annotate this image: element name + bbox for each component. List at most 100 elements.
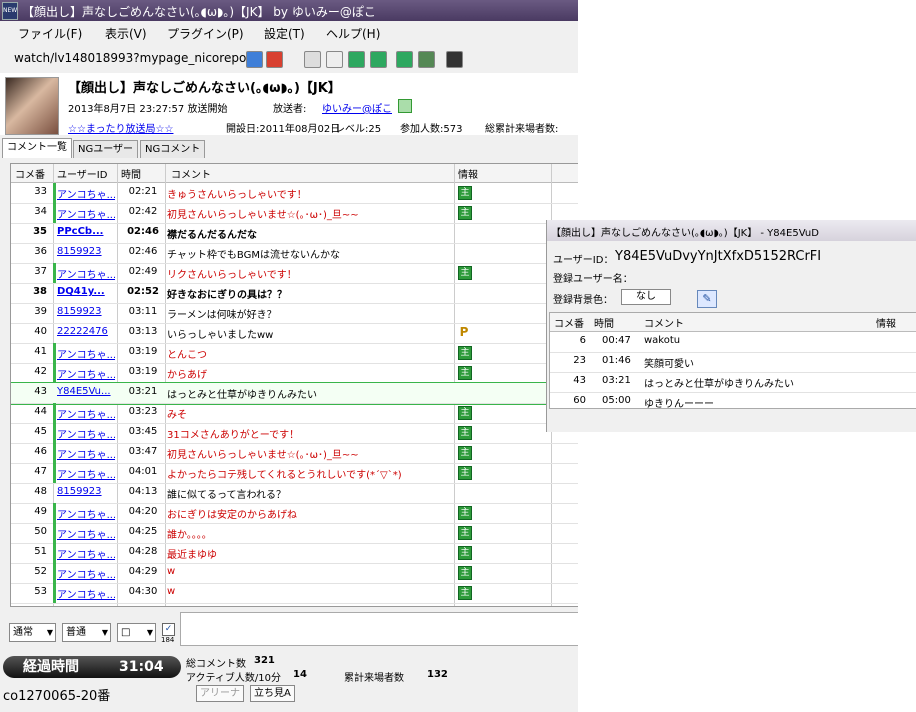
- owner-icon: 主: [458, 186, 472, 200]
- user-id-link[interactable]: 22222476: [57, 326, 115, 337]
- header-no[interactable]: コメ番: [15, 166, 45, 181]
- document-icon[interactable]: [326, 51, 343, 68]
- owner-marker: [53, 403, 56, 423]
- mode-select[interactable]: 通常 ▼: [9, 623, 56, 642]
- table-row[interactable]: 37 アンコちゃ... 02:49 リクさんいらっしゃいです！ 主: [11, 263, 578, 284]
- user-id-link[interactable]: アンコちゃ...: [57, 586, 115, 601]
- standing-button[interactable]: 立ち見A: [250, 685, 295, 702]
- user-id-link[interactable]: PPcCb...: [57, 226, 115, 237]
- broadcaster-label: 放送者:: [273, 104, 307, 115]
- user-id-link[interactable]: DQ41y...: [57, 286, 115, 297]
- user-id-link[interactable]: アンコちゃ...: [57, 466, 115, 481]
- user-id-link[interactable]: アンコちゃ...: [57, 206, 115, 221]
- user-id-link[interactable]: アンコちゃ...: [57, 446, 115, 461]
- table-row[interactable]: 49 アンコちゃ... 04:20 おにぎりは安定のからあげね 主: [11, 503, 578, 524]
- comment-time: 02:49: [128, 266, 158, 277]
- comment-time: 02:42: [128, 206, 158, 217]
- menu-file[interactable]: ファイル(F): [18, 25, 82, 42]
- size-select[interactable]: 普通 ▼: [62, 623, 111, 642]
- user-header-time[interactable]: 時間: [594, 315, 614, 330]
- menu-plugin[interactable]: プラグイン(P): [167, 25, 244, 42]
- user-id-link[interactable]: アンコちゃ...: [57, 406, 115, 421]
- user-id-link[interactable]: アンコちゃ...: [57, 346, 115, 361]
- user-id-link[interactable]: アンコちゃ...: [57, 526, 115, 541]
- exit-icon[interactable]: [446, 51, 463, 68]
- table-row[interactable]: 50 アンコちゃ... 04:25 誰か。。。。 主: [11, 523, 578, 544]
- table-row[interactable]: 52 アンコちゃ... 04:29 w 主: [11, 563, 578, 584]
- user-id-link[interactable]: 8159923: [57, 486, 115, 497]
- status-area: 経過時間 31:04 総コメント数 321 アクティブ人数/10分 14 累計来…: [0, 652, 578, 712]
- tab-ng-users[interactable]: NGユーザー: [73, 140, 139, 158]
- table-row[interactable]: 36 8159923 02:46 チャット枠でもBGMは流せないんかな: [11, 243, 578, 264]
- broadcaster-thumbnail: [5, 77, 59, 135]
- user-comment-row[interactable]: 60 05:00 ゆきりんーーー: [550, 392, 916, 408]
- community-link[interactable]: ☆☆まったり放送局☆☆: [68, 120, 173, 135]
- user-comment-row[interactable]: 43 03:21 はっとみと仕草がゆきりんみたい: [550, 372, 916, 393]
- comment-text: 最近まゆゆ: [167, 550, 217, 561]
- comment-time: 04:20: [128, 506, 158, 517]
- settings-icon[interactable]: [418, 51, 435, 68]
- header-user-id[interactable]: ユーザーID: [57, 166, 107, 181]
- user-header-comment[interactable]: コメント: [644, 315, 684, 330]
- table-row[interactable]: 43 Y84E5Vu... 03:21 はっとみと仕草がゆきりんみたい: [11, 382, 578, 405]
- user-comment-row[interactable]: 6 00:47 wakotu: [550, 332, 916, 353]
- comment-no: 6: [579, 335, 586, 346]
- header-comment[interactable]: コメント: [171, 166, 211, 181]
- robot-icon[interactable]: [304, 51, 321, 68]
- header-info[interactable]: 情報: [458, 166, 478, 181]
- forward-icon[interactable]: [266, 51, 283, 68]
- user-comment-row[interactable]: 23 01:46 笑顔可愛い: [550, 352, 916, 373]
- table-row[interactable]: 35 PPcCb... 02:46 襟だるんだるんだな: [11, 223, 578, 244]
- menu-bar: ファイル(F) 表示(V) プラグイン(P) 設定(T) ヘルプ(H): [0, 21, 578, 43]
- download-icon[interactable]: [370, 51, 387, 68]
- comment-input[interactable]: [180, 612, 578, 646]
- tab-ng-comments[interactable]: NGコメント: [140, 140, 206, 158]
- table-row[interactable]: 42 アンコちゃ... 03:19 からあげ 主: [11, 363, 578, 384]
- table-row[interactable]: 38 DQ41y... 02:52 好きなおにぎりの具は？？: [11, 283, 578, 304]
- address-field[interactable]: watch/lv148018993?mypage_nicorepo: [14, 51, 246, 65]
- table-row[interactable]: 44 アンコちゃ... 03:23 みそ 主: [11, 403, 578, 424]
- upload-icon[interactable]: [348, 51, 365, 68]
- anonymous-checkbox[interactable]: ✓: [162, 623, 175, 636]
- user-table-header: コメ番 時間 コメント 情報: [550, 313, 916, 332]
- table-row[interactable]: 34 アンコちゃ... 02:42 初見さんいらっしゃいませ☆(｡･ω･)_旦~~ 主: [11, 203, 578, 224]
- header-time[interactable]: 時間: [121, 166, 141, 181]
- menu-help[interactable]: ヘルプ(H): [326, 25, 380, 42]
- table-row[interactable]: 39 8159923 03:11 ラーメンは何味が好き？: [11, 303, 578, 324]
- owner-icon: 主: [458, 266, 472, 280]
- user-header-no[interactable]: コメ番: [554, 315, 584, 330]
- menu-view[interactable]: 表示(V): [105, 25, 147, 42]
- user-id-link[interactable]: アンコちゃ...: [57, 506, 115, 521]
- elapsed-label: 経過時間: [23, 659, 79, 675]
- table-row[interactable]: 51 アンコちゃ... 04:28 最近まゆゆ 主: [11, 543, 578, 564]
- table-row[interactable]: 53 アンコちゃ... 04:30 w 主: [11, 583, 578, 604]
- user-id-link[interactable]: Y84E5Vu...: [57, 386, 115, 397]
- comment-no: 37: [34, 266, 47, 277]
- table-row[interactable]: 48 8159923 04:13 誰に似てるって言われる？: [11, 483, 578, 504]
- table-row[interactable]: 45 アンコちゃ... 03:45 31コメさんありがとーです！ 主: [11, 423, 578, 444]
- wrench-icon[interactable]: ✎: [697, 290, 717, 308]
- menu-settings[interactable]: 設定(T): [264, 25, 305, 42]
- user-id-link[interactable]: アンコちゃ...: [57, 426, 115, 441]
- back-icon[interactable]: [246, 51, 263, 68]
- user-id-link[interactable]: アンコちゃ...: [57, 366, 115, 381]
- color-select[interactable]: □ ▼: [117, 623, 156, 642]
- broadcaster-link[interactable]: ゆいみー@ぽこ: [322, 100, 392, 115]
- table-row[interactable]: 46 アンコちゃ... 03:47 初見さんいらっしゃいませ☆(｡･ω･)_旦~~ 主: [11, 443, 578, 464]
- user-id-link[interactable]: 8159923: [57, 306, 115, 317]
- user-id-link[interactable]: アンコちゃ...: [57, 546, 115, 561]
- user-id-link[interactable]: アンコちゃ...: [57, 566, 115, 581]
- arena-button[interactable]: アリーナ: [196, 685, 244, 702]
- comment-time: 02:46: [128, 246, 158, 257]
- tab-comment-list[interactable]: コメント一覧: [2, 138, 72, 158]
- user-id-link[interactable]: 8159923: [57, 246, 115, 257]
- table-row[interactable]: 47 アンコちゃ... 04:01 よかったらコテ残してくれるとうれしいです(*´▽`…: [11, 463, 578, 484]
- table-row[interactable]: 40 22222476 03:13 いらっしゃいましたww P: [11, 323, 578, 344]
- table-row[interactable]: 41 アンコちゃ... 03:19 とんこつ 主: [11, 343, 578, 364]
- user-id-link[interactable]: アンコちゃ...: [57, 266, 115, 281]
- comment-time: 03:19: [128, 346, 158, 357]
- table-row[interactable]: 33 アンコちゃ... 02:21 きゅうさんいらっしゃいです！ 主: [11, 183, 578, 204]
- user-id-link[interactable]: アンコちゃ...: [57, 186, 115, 201]
- comment-on-icon[interactable]: [396, 51, 413, 68]
- user-header-info[interactable]: 情報: [876, 315, 896, 330]
